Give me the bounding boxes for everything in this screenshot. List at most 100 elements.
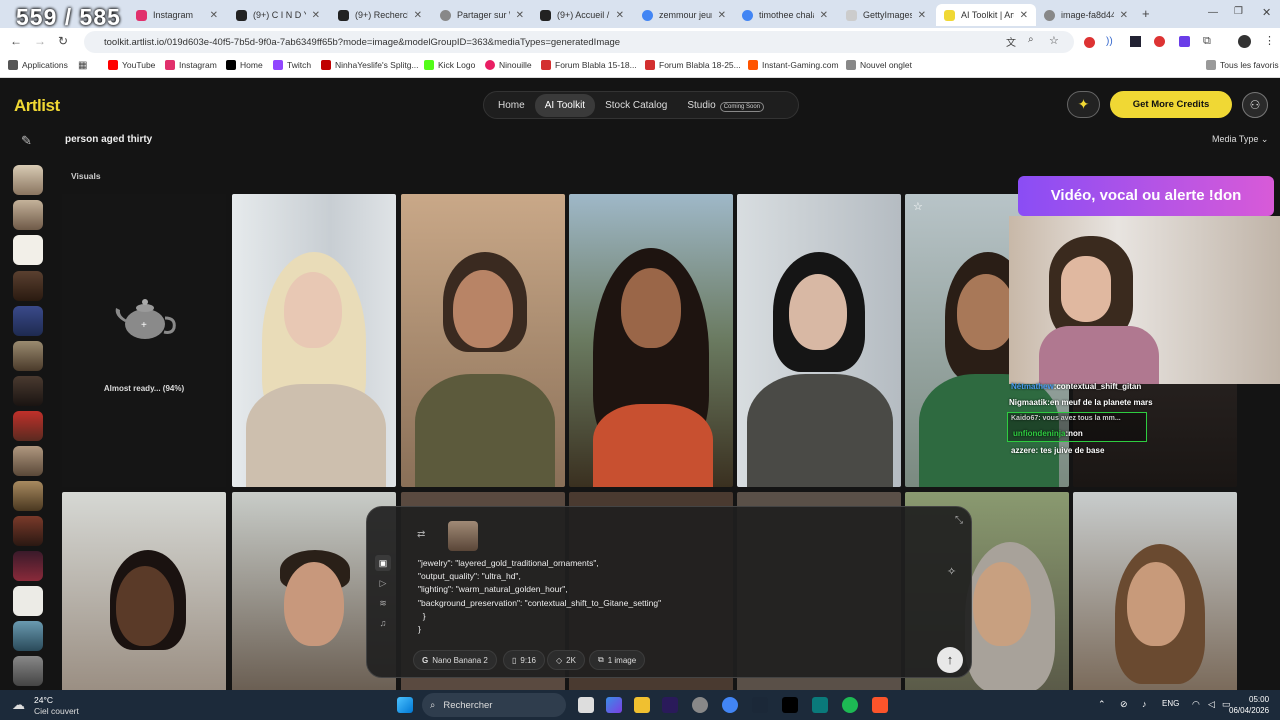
history-thumbnail[interactable] xyxy=(13,341,43,371)
history-thumbnail[interactable] xyxy=(13,656,43,686)
weather-temperature[interactable]: 24°C xyxy=(34,695,53,705)
maximize-icon[interactable]: ❐ xyxy=(1234,6,1243,17)
close-icon[interactable]: ✕ xyxy=(1120,10,1128,21)
browser-tab[interactable]: Instagram ✕ xyxy=(128,4,226,26)
weather-icon[interactable]: ☁ xyxy=(12,697,25,713)
music-mode-icon[interactable]: ♫ xyxy=(375,615,391,631)
bookmark-item[interactable]: Kick Logo xyxy=(424,60,475,70)
windows-start-icon[interactable] xyxy=(397,697,413,713)
history-thumbnail[interactable] xyxy=(13,516,43,546)
model-selector[interactable]: G Nano Banana 2 xyxy=(413,650,497,670)
generated-image[interactable] xyxy=(232,194,396,487)
resolution-selector[interactable]: ◇ 2K xyxy=(547,650,585,670)
browser-tab[interactable]: GettyImages-2✕ xyxy=(838,4,934,26)
star-icon[interactable]: ☆ xyxy=(1049,34,1059,47)
swap-icon[interactable]: ⇄ xyxy=(417,529,425,540)
weather-description[interactable]: Ciel couvert xyxy=(34,706,79,716)
url-input[interactable]: toolkit.artlist.io/019d603e-40f5-7b5d-9f… xyxy=(84,31,1074,53)
history-thumbnail[interactable] xyxy=(13,200,43,230)
close-icon[interactable]: ✕ xyxy=(1020,10,1028,21)
premiere-icon[interactable] xyxy=(662,697,678,713)
history-thumbnail[interactable] xyxy=(13,165,43,195)
history-thumbnail[interactable] xyxy=(13,411,43,441)
obs-icon[interactable] xyxy=(692,697,708,713)
bookmark-item[interactable]: Forum Blabla 15-18... xyxy=(541,60,637,70)
new-prompt-icon[interactable]: ✎ xyxy=(21,133,32,149)
bookmark-item[interactable]: Applications xyxy=(8,60,68,70)
bookmark-item[interactable]: Nouvel onglet xyxy=(846,60,912,70)
sparkle-button[interactable]: ✦ xyxy=(1067,91,1100,118)
browser-tab[interactable]: image-fa8d44 ✕ xyxy=(1036,4,1136,26)
close-icon[interactable]: ✕ xyxy=(616,10,624,21)
enhance-icon[interactable]: ✧ xyxy=(947,565,956,578)
collapse-icon[interactable]: ⤡ xyxy=(955,515,963,526)
video-mode-icon[interactable]: ▷ xyxy=(375,575,391,591)
generated-image[interactable] xyxy=(1073,492,1237,690)
brave-icon[interactable] xyxy=(872,697,888,713)
media-type-dropdown[interactable]: Media Type ⌄ xyxy=(1212,134,1268,145)
profile-button[interactable]: ⚇ xyxy=(1242,92,1268,118)
close-window-icon[interactable]: ✕ xyxy=(1262,6,1271,19)
clock-date[interactable]: 06/04/2026 xyxy=(1229,706,1269,715)
browser-tab[interactable]: (9+) C I N D Y ✕ xyxy=(228,4,328,26)
extension-icon[interactable] xyxy=(1154,36,1165,47)
spotify-icon[interactable] xyxy=(842,697,858,713)
bookmark-item[interactable]: NinhaYeslife's Splitg... xyxy=(321,60,419,70)
voice-mode-icon[interactable]: ≋ xyxy=(375,595,391,611)
close-icon[interactable]: ✕ xyxy=(718,10,726,21)
copilot-icon[interactable] xyxy=(606,697,622,713)
nav-ai-toolkit[interactable]: AI Toolkit xyxy=(534,93,596,117)
generated-image[interactable] xyxy=(737,194,901,487)
close-icon[interactable]: ✕ xyxy=(918,10,926,21)
history-thumbnail[interactable] xyxy=(13,621,43,651)
history-thumbnail[interactable] xyxy=(13,376,43,406)
bookmark-item[interactable]: YouTube xyxy=(108,60,155,70)
microphone-icon[interactable]: ♪ xyxy=(1142,699,1147,709)
task-view-icon[interactable] xyxy=(578,697,594,713)
generate-button[interactable]: ↑ xyxy=(937,647,963,673)
nav-studio[interactable]: Studio Coming Soon xyxy=(677,94,774,117)
count-selector[interactable]: ⧉ 1 image xyxy=(589,650,646,670)
browser-tab[interactable]: zemmour jeun ✕ xyxy=(634,4,734,26)
browser-tab[interactable]: timothee chala ✕ xyxy=(734,4,836,26)
app-icon[interactable] xyxy=(812,697,828,713)
reload-icon[interactable]: ↻ xyxy=(58,34,68,48)
back-icon[interactable]: ← xyxy=(10,34,22,48)
bookmark-item[interactable]: Home xyxy=(226,60,263,70)
image-mode-icon[interactable]: ▣ xyxy=(375,555,391,571)
browser-tab[interactable]: Partager sur W✕ xyxy=(432,4,532,26)
history-thumbnail[interactable] xyxy=(13,235,43,265)
logo[interactable]: Artlist xyxy=(14,96,60,116)
reference-image-thumbnail[interactable] xyxy=(448,521,478,551)
generated-image[interactable] xyxy=(401,194,565,487)
generated-image[interactable] xyxy=(62,492,226,690)
browser-tab-active[interactable]: AI Toolkit | Art ✕ xyxy=(936,4,1036,26)
bookmark-item[interactable]: Ninouille xyxy=(485,60,532,70)
taskbar-search[interactable]: ⌕ Rechercher xyxy=(422,693,566,717)
close-icon[interactable]: ✕ xyxy=(516,10,524,21)
close-icon[interactable]: ✕ xyxy=(414,10,422,21)
language-indicator[interactable]: ENG xyxy=(1162,699,1179,708)
history-thumbnail[interactable] xyxy=(13,306,43,336)
network-off-icon[interactable]: ⊘ xyxy=(1120,699,1128,710)
close-icon[interactable]: ✕ xyxy=(820,10,828,21)
bookmark-item[interactable]: Forum Blabla 18-25... xyxy=(645,60,741,70)
translate-icon[interactable]: 文 xyxy=(1006,34,1016,49)
chrome-icon[interactable] xyxy=(722,697,738,713)
file-explorer-icon[interactable] xyxy=(634,697,650,713)
volume-icon[interactable]: ◁ xyxy=(1208,699,1215,710)
star-icon[interactable]: ☆ xyxy=(913,200,923,213)
browser-tab[interactable]: (9+) Accueil / ✕ xyxy=(532,4,632,26)
extension-icon[interactable] xyxy=(1130,36,1141,47)
browser-tab[interactable]: (9+) Recherche✕ xyxy=(330,4,430,26)
history-thumbnail[interactable] xyxy=(13,446,43,476)
tiktok-icon[interactable] xyxy=(782,697,798,713)
generated-image[interactable] xyxy=(569,194,733,487)
avatar[interactable] xyxy=(1238,35,1251,48)
prompt-text[interactable]: "jewelry": "layered_gold_traditional_orn… xyxy=(418,557,661,636)
all-bookmarks[interactable]: Tous les favoris xyxy=(1206,60,1279,70)
shield-icon[interactable] xyxy=(1179,36,1190,47)
wifi-icon[interactable]: ◠ xyxy=(1192,699,1200,710)
forward-icon[interactable]: → xyxy=(34,34,46,48)
close-icon[interactable]: ✕ xyxy=(210,10,218,21)
